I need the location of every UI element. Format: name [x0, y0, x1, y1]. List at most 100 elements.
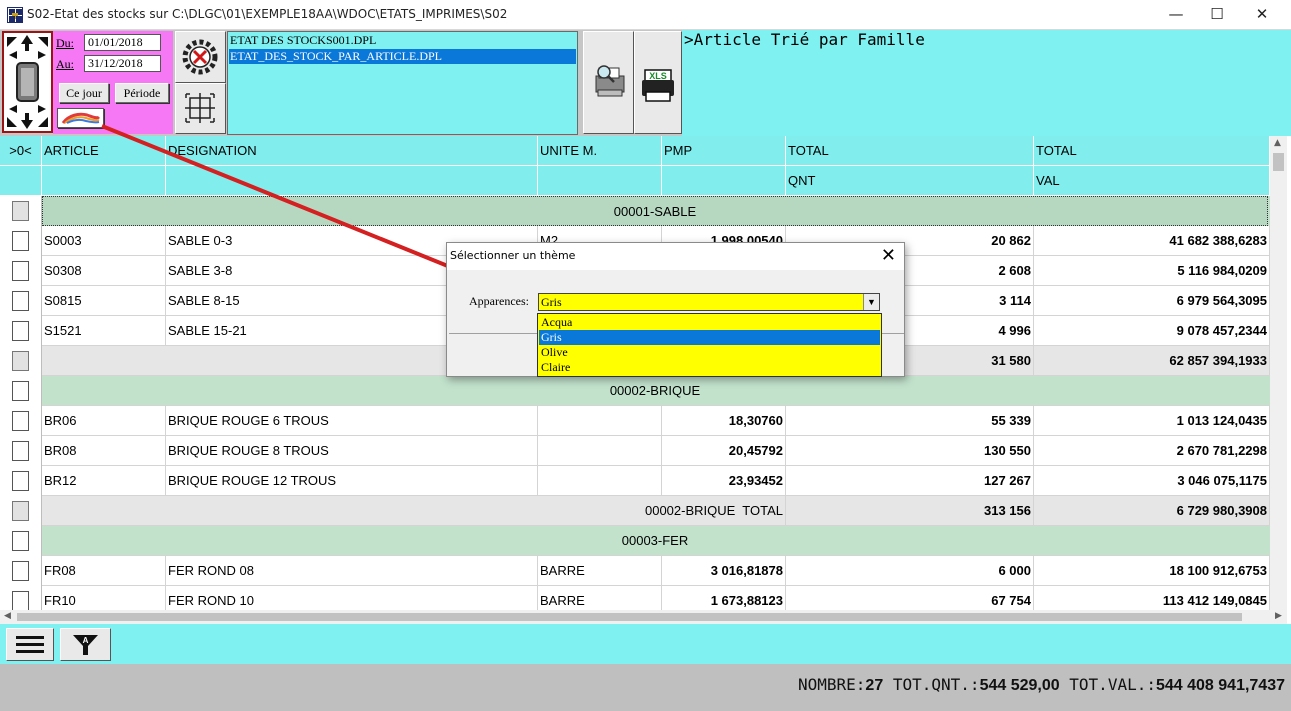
family-total-row[interactable]: 00002-BRIQUE TOTAL 313 156 6 729 980,390… — [0, 496, 1270, 526]
table-row[interactable]: BR12 BRIQUE ROUGE 12 TROUS 23,93452 127 … — [0, 466, 1270, 496]
cell-pmp: 1 673,88123 — [662, 586, 786, 610]
cell-article: S1521 — [42, 316, 166, 346]
cell-unit — [538, 406, 662, 436]
cell-article: BR12 — [42, 466, 166, 496]
row-checkbox[interactable] — [12, 261, 29, 281]
appearance-combobox[interactable]: Gris ▼ — [538, 293, 880, 311]
export-xls-button[interactable]: XLS — [634, 31, 682, 134]
column-header-article[interactable]: ARTICLE — [42, 136, 166, 166]
row-checkbox[interactable] — [12, 471, 29, 491]
today-button[interactable]: Ce jour — [59, 83, 109, 103]
dropdown-option-olive[interactable]: Olive — [539, 345, 880, 360]
vertical-scroll-thumb[interactable] — [1273, 153, 1284, 171]
report-list-item[interactable]: ETAT DES STOCKS001.DPL — [229, 33, 576, 48]
theme-dialog: Sélectionner un thème ✕ Apparences: Gris… — [446, 242, 905, 377]
subheader-cell — [538, 166, 662, 196]
report-list[interactable]: ETAT DES STOCKS001.DPL ETAT_DES_STOCK_PA… — [227, 31, 578, 135]
settings-stop-button[interactable] — [175, 31, 226, 83]
row-selector — [0, 256, 42, 286]
column-header-total-val[interactable]: TOTAL — [1034, 136, 1270, 166]
row-selector — [0, 316, 42, 346]
cell-designation: FER ROND 08 — [166, 556, 538, 586]
row-checkbox[interactable] — [12, 381, 29, 401]
theme-button[interactable] — [57, 108, 104, 128]
column-header-unit[interactable]: UNITE M. — [538, 136, 662, 166]
row-checkbox[interactable] — [12, 201, 29, 221]
select-all-header[interactable]: >0< — [0, 136, 42, 166]
print-preview-button[interactable] — [583, 31, 634, 134]
row-checkbox[interactable] — [12, 321, 29, 341]
horizontal-scroll-thumb[interactable] — [17, 613, 1242, 621]
to-date-field[interactable]: 31/12/2018 — [84, 55, 161, 72]
qnt-value: 544 529,00 — [979, 677, 1060, 694]
cell-val: 3 046 075,1175 — [1034, 466, 1270, 496]
scroll-right-icon[interactable]: ▶ — [1275, 611, 1282, 621]
count-value: 27 — [865, 677, 884, 694]
cell-val: 2 670 781,2298 — [1034, 436, 1270, 466]
filter-button[interactable]: A — [60, 628, 111, 661]
dropdown-option-acqua[interactable]: Acqua — [539, 315, 880, 330]
close-button[interactable]: ✕ — [1239, 0, 1285, 30]
menu-button[interactable] — [6, 628, 54, 661]
table-row[interactable]: FR08 FER ROND 08 BARRE 3 016,81878 6 000… — [0, 556, 1270, 586]
cell-val: 62 857 394,1933 — [1034, 346, 1270, 376]
appearance-selected-value: Gris — [541, 295, 562, 309]
cell-article: BR06 — [42, 406, 166, 436]
row-checkbox[interactable] — [12, 591, 29, 610]
column-header-pmp[interactable]: PMP — [662, 136, 786, 166]
from-date-field[interactable]: 01/01/2018 — [84, 34, 161, 51]
table-row[interactable]: BR08 BRIQUE ROUGE 8 TROUS 20,45792 130 5… — [0, 436, 1270, 466]
cell-article: FR10 — [42, 586, 166, 610]
navigation-arrows-icon — [7, 35, 48, 129]
row-checkbox[interactable] — [12, 351, 29, 371]
family-row[interactable]: 00002-BRIQUE — [0, 376, 1270, 406]
crosshair-button[interactable] — [175, 83, 226, 134]
column-header-total-qnt[interactable]: TOTAL — [786, 136, 1034, 166]
navigation-pad-button[interactable] — [2, 31, 53, 133]
filter-icon: A — [73, 635, 98, 655]
subheader-cell — [0, 166, 42, 196]
report-title: >Article Trié par Famille — [684, 30, 925, 49]
table-row[interactable]: BR06 BRIQUE ROUGE 6 TROUS 18,30760 55 33… — [0, 406, 1270, 436]
family-row[interactable]: 00003-FER — [0, 526, 1270, 556]
cell-qnt: 313 156 — [786, 496, 1034, 526]
row-checkbox[interactable] — [12, 501, 29, 521]
row-checkbox[interactable] — [12, 441, 29, 461]
dropdown-option-gris[interactable]: Gris — [539, 330, 880, 345]
subheader-qnt: QNT — [786, 166, 1034, 196]
table-row[interactable]: FR10 FER ROND 10 BARRE 1 673,88123 67 75… — [0, 586, 1270, 610]
appearance-dropdown-list[interactable]: Acqua Gris Olive Claire — [537, 313, 882, 377]
report-list-item-selected[interactable]: ETAT_DES_STOCK_PAR_ARTICLE.DPL — [229, 49, 576, 64]
svg-text:XLS: XLS — [649, 71, 667, 81]
dropdown-option-claire[interactable]: Claire — [539, 360, 880, 375]
scroll-left-icon[interactable]: ◀ — [4, 611, 11, 621]
row-checkbox[interactable] — [12, 411, 29, 431]
xls-print-icon: XLS — [642, 69, 674, 102]
crosshair-icon — [185, 93, 215, 123]
row-checkbox[interactable] — [12, 561, 29, 581]
toolbar: Du: 01/01/2018 Au: 31/12/2018 Ce jour Pé… — [0, 30, 1291, 136]
to-date-label: Au: — [56, 57, 74, 71]
row-selector — [0, 466, 42, 496]
row-checkbox[interactable] — [12, 231, 29, 251]
maximize-button[interactable]: ☐ — [1194, 0, 1240, 30]
column-header-designation[interactable]: DESIGNATION — [166, 136, 538, 166]
dialog-close-button[interactable]: ✕ — [881, 245, 896, 266]
scroll-up-icon[interactable]: ▲ — [1274, 138, 1281, 148]
stock-report-window: S02-Etat des stocks sur C:\DLGC\01\EXEMP… — [0, 0, 1291, 711]
subheader-val: VAL — [1034, 166, 1270, 196]
row-selector — [0, 526, 42, 556]
dropdown-arrow-icon[interactable]: ▼ — [863, 294, 879, 310]
cell-unit — [538, 466, 662, 496]
vertical-scrollbar[interactable]: ▲ — [1270, 136, 1287, 610]
cell-article: S0003 — [42, 226, 166, 256]
cell-unit: BARRE — [538, 556, 662, 586]
family-row[interactable]: 00001-SABLE — [0, 196, 1270, 226]
period-button[interactable]: Période — [115, 83, 169, 103]
horizontal-scrollbar[interactable]: ◀ ▶ — [0, 610, 1287, 624]
cell-val: 6 979 564,3095 — [1034, 286, 1270, 316]
row-selector — [0, 346, 42, 376]
minimize-button[interactable]: — — [1153, 0, 1199, 30]
row-checkbox[interactable] — [12, 291, 29, 311]
row-checkbox[interactable] — [12, 531, 29, 551]
